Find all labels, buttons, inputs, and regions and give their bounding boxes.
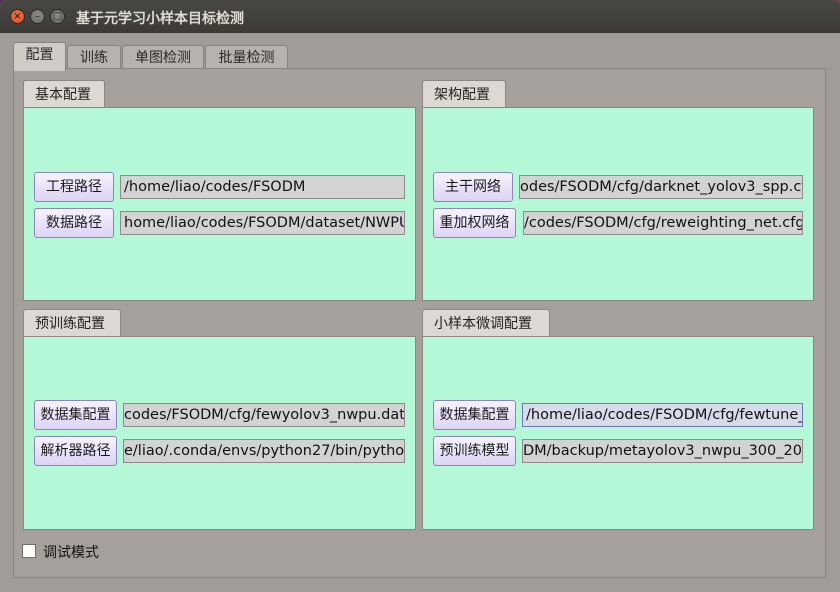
maximize-icon: □ bbox=[52, 11, 63, 22]
reweighting-net-button[interactable]: 重加权网络 bbox=[433, 208, 516, 238]
title-bar: × – □ 基于元学习小样本目标检测 bbox=[0, 0, 840, 33]
tab-config[interactable]: 配置 bbox=[13, 42, 66, 71]
debug-mode-checkbox[interactable] bbox=[22, 544, 36, 558]
arch-config-title: 架构配置 bbox=[422, 80, 506, 108]
pretrained-model-field[interactable]: DM/backup/metayolov3_nwpu_300_200_ bbox=[522, 439, 803, 463]
finetune-dataset-config-button[interactable]: 数据集配置 bbox=[433, 400, 516, 430]
app-window: × – □ 基于元学习小样本目标检测 配置 训练 单图检测 批量检测 基本配置 … bbox=[0, 0, 840, 592]
close-window-button[interactable]: × bbox=[10, 9, 25, 24]
pretrain-config-body: 数据集配置 codes/FSODM/cfg/fewyolov3_nwpu.dat… bbox=[23, 336, 416, 530]
pretrain-dataset-config-button[interactable]: 数据集配置 bbox=[34, 400, 117, 430]
reweighting-net-field[interactable]: /codes/FSODM/cfg/reweighting_net.cfg bbox=[523, 211, 803, 235]
pretrain-config-title: 预训练配置 bbox=[23, 309, 121, 337]
data-path-button[interactable]: 数据路径 bbox=[34, 208, 114, 238]
project-path-button[interactable]: 工程路径 bbox=[34, 172, 114, 202]
basic-config-body: 工程路径 /home/liao/codes/FSODM 数据路径 home/li… bbox=[23, 107, 416, 301]
finetune-config-body: 数据集配置 /home/liao/codes/FSODM/cfg/fewtune… bbox=[422, 336, 814, 530]
interpreter-path-field[interactable]: e/liao/.conda/envs/python27/bin/python bbox=[123, 439, 405, 463]
maximize-window-button[interactable]: □ bbox=[50, 9, 65, 24]
pretrained-model-button[interactable]: 预训练模型 bbox=[433, 436, 516, 466]
basic-config-title: 基本配置 bbox=[23, 80, 105, 108]
finetune-config-title: 小样本微调配置 bbox=[422, 309, 550, 337]
data-path-field[interactable]: home/liao/codes/FSODM/dataset/NWPU bbox=[120, 211, 405, 235]
interpreter-path-button[interactable]: 解析器路径 bbox=[34, 436, 117, 466]
close-icon: × bbox=[13, 11, 22, 22]
minimize-icon: – bbox=[35, 11, 40, 22]
pretrain-dataset-config-field[interactable]: codes/FSODM/cfg/fewyolov3_nwpu.data bbox=[123, 403, 405, 427]
backbone-field[interactable]: odes/FSODM/cfg/darknet_yolov3_spp.cfg bbox=[519, 175, 803, 199]
window-title: 基于元学习小样本目标检测 bbox=[76, 11, 244, 27]
project-path-field[interactable]: /home/liao/codes/FSODM bbox=[120, 175, 405, 199]
debug-mode-label: 调试模式 bbox=[43, 545, 99, 561]
finetune-dataset-config-field[interactable]: /home/liao/codes/FSODM/cfg/fewtune_n bbox=[522, 403, 803, 427]
backbone-button[interactable]: 主干网络 bbox=[433, 172, 513, 202]
minimize-window-button[interactable]: – bbox=[30, 9, 45, 24]
arch-config-body: 主干网络 odes/FSODM/cfg/darknet_yolov3_spp.c… bbox=[422, 107, 814, 301]
